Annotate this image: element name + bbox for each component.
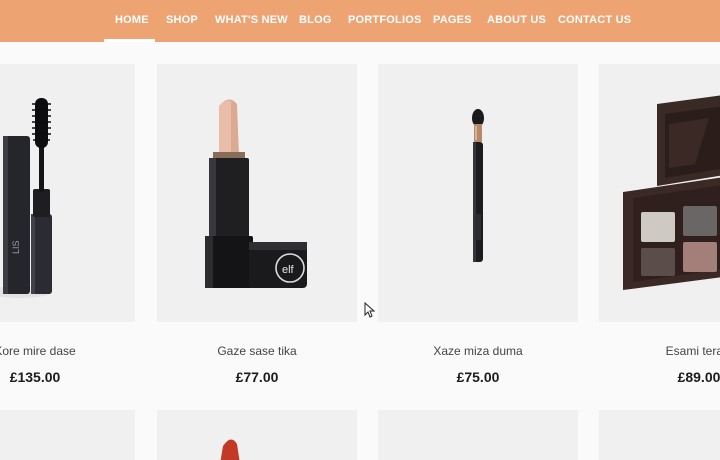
product-card-partial[interactable]: [378, 410, 578, 460]
svg-text:elf: elf: [282, 264, 295, 276]
mascara-icon: LIS: [0, 98, 52, 298]
top-navigation-bar: HOME SHOP WHAT'S NEW BLOG PORTFOLIOS PAG…: [0, 0, 720, 42]
nav-item-whats-new[interactable]: WHAT'S NEW: [215, 14, 288, 26]
makeup-brush-icon: [472, 109, 484, 262]
product-grid: LIS Kore mire dase £135.00 elf Gaze sase…: [0, 42, 720, 460]
lipstick-icon: elf: [205, 99, 307, 288]
nav-item-shop[interactable]: SHOP: [166, 14, 198, 26]
nav-item-pages[interactable]: PAGES: [433, 14, 472, 26]
product-price: £89.00: [677, 369, 720, 385]
product-image[interactable]: LIS: [0, 64, 135, 322]
product-name[interactable]: Xaze miza duma: [378, 344, 578, 358]
product-price: £77.00: [235, 369, 279, 385]
product-thumbnail-icon: [378, 410, 578, 460]
lipstick-icon: [220, 439, 240, 460]
product-card-partial[interactable]: [157, 410, 357, 460]
nav-item-about-us[interactable]: ABOUT US: [487, 14, 546, 26]
nav-item-contact-us[interactable]: CONTACT US: [558, 14, 631, 26]
product-image[interactable]: [378, 64, 578, 322]
product-name[interactable]: Kore mire dase: [0, 344, 135, 358]
mouse-cursor-icon: [364, 302, 376, 318]
product-image[interactable]: [599, 64, 720, 322]
product-card-partial[interactable]: [0, 410, 135, 460]
eyeshadow-palette-icon: [623, 95, 720, 290]
product-image[interactable]: elf: [157, 64, 357, 322]
product-name[interactable]: Esami tera s: [599, 344, 720, 358]
product-card-partial[interactable]: [599, 410, 720, 460]
nav-item-portfolios[interactable]: PORTFOLIOS: [348, 14, 422, 26]
nav-item-home[interactable]: HOME: [115, 14, 149, 26]
svg-text:LIS: LIS: [11, 240, 21, 254]
product-name[interactable]: Gaze sase tika: [157, 344, 357, 358]
product-price: £135.00: [9, 369, 61, 385]
nav-item-blog[interactable]: BLOG: [299, 14, 332, 26]
product-price: £75.00: [456, 369, 500, 385]
